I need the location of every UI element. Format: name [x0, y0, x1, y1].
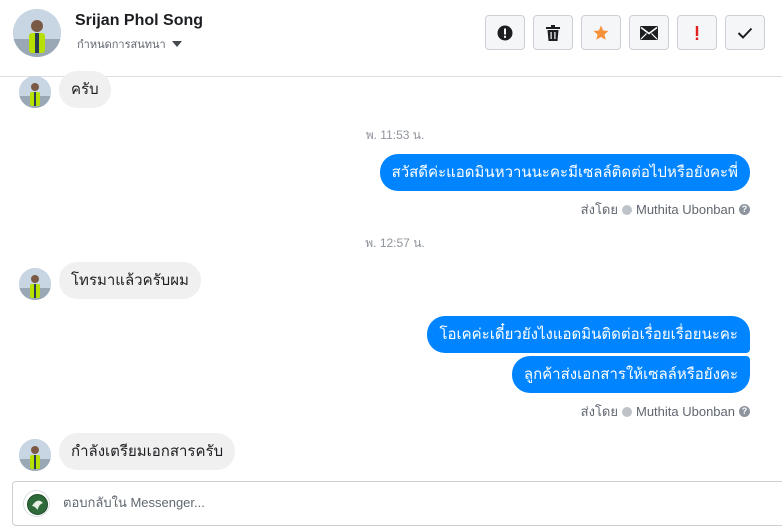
star-icon — [593, 25, 609, 40]
conversation-label-dropdown[interactable]: กำหนดการสนทนา — [77, 35, 182, 53]
sent-by-line: ส่งโดย Muthita Ubonban ? — [581, 199, 750, 220]
incoming-message[interactable]: ครับ — [59, 71, 111, 108]
incoming-message[interactable]: โทรมาแล้วครับผม — [59, 262, 201, 299]
mark-done-button[interactable] — [725, 15, 765, 50]
contact-avatar[interactable] — [13, 9, 61, 57]
incoming-message[interactable]: กำลังเตรียมเอกสารครับ — [59, 433, 236, 470]
outgoing-message[interactable]: โอเคค่ะเดี๋ยวยังไงแอดมินติดต่อเรื่อยเรื่… — [427, 316, 750, 353]
block-icon — [497, 25, 513, 40]
verified-icon — [621, 204, 632, 215]
message-timestamp: พ. 11:53 น. — [365, 128, 425, 142]
sent-by-label: ส่งโดย — [580, 404, 618, 419]
block-button[interactable] — [485, 15, 525, 50]
outgoing-message[interactable]: สวัสดีค่ะแอดมินหวานนะคะมีเซลล์ติดต่อไปหร… — [379, 154, 750, 191]
sender-avatar[interactable] — [19, 439, 51, 471]
conversation-label: กำหนดการสนทนา — [77, 39, 166, 51]
reply-input[interactable] — [63, 495, 663, 510]
sent-by-line: ส่งโดย Muthita Ubonban ? — [581, 401, 750, 422]
sender-avatar[interactable] — [19, 268, 51, 300]
outgoing-message[interactable]: ลูกค้าส่งเอกสารให้เซลล์หรือยังคะ — [511, 356, 750, 393]
trash-icon — [546, 24, 560, 41]
check-icon — [737, 27, 753, 39]
help-icon[interactable]: ? — [739, 204, 750, 215]
delete-button[interactable] — [533, 15, 573, 50]
help-icon[interactable]: ? — [739, 406, 750, 417]
caret-down-icon — [171, 41, 182, 47]
spam-icon — [695, 25, 699, 40]
mail-icon — [640, 25, 658, 40]
message-thread[interactable]: ครับ พ. 11:53 น. สวัสดีค่ะแอดมินหวานนะคะ… — [0, 71, 782, 478]
conversation-header: Srijan Phol Song กำหนดการสนทนา — [0, 0, 782, 77]
action-toolbar — [485, 15, 765, 50]
reply-composer[interactable] — [12, 481, 782, 526]
message-timestamp: พ. 12:57 น. — [365, 236, 425, 250]
sent-by-name[interactable]: Muthita Ubonban — [636, 404, 735, 419]
contact-name[interactable]: Srijan Phol Song — [75, 12, 203, 30]
sent-by-name[interactable]: Muthita Ubonban — [636, 202, 735, 217]
page-avatar — [23, 490, 50, 517]
spam-button[interactable] — [677, 15, 717, 50]
sender-avatar[interactable] — [19, 76, 51, 108]
star-button[interactable] — [581, 15, 621, 50]
verified-icon — [621, 406, 632, 417]
mark-unread-button[interactable] — [629, 15, 669, 50]
sent-by-label: ส่งโดย — [580, 202, 618, 217]
